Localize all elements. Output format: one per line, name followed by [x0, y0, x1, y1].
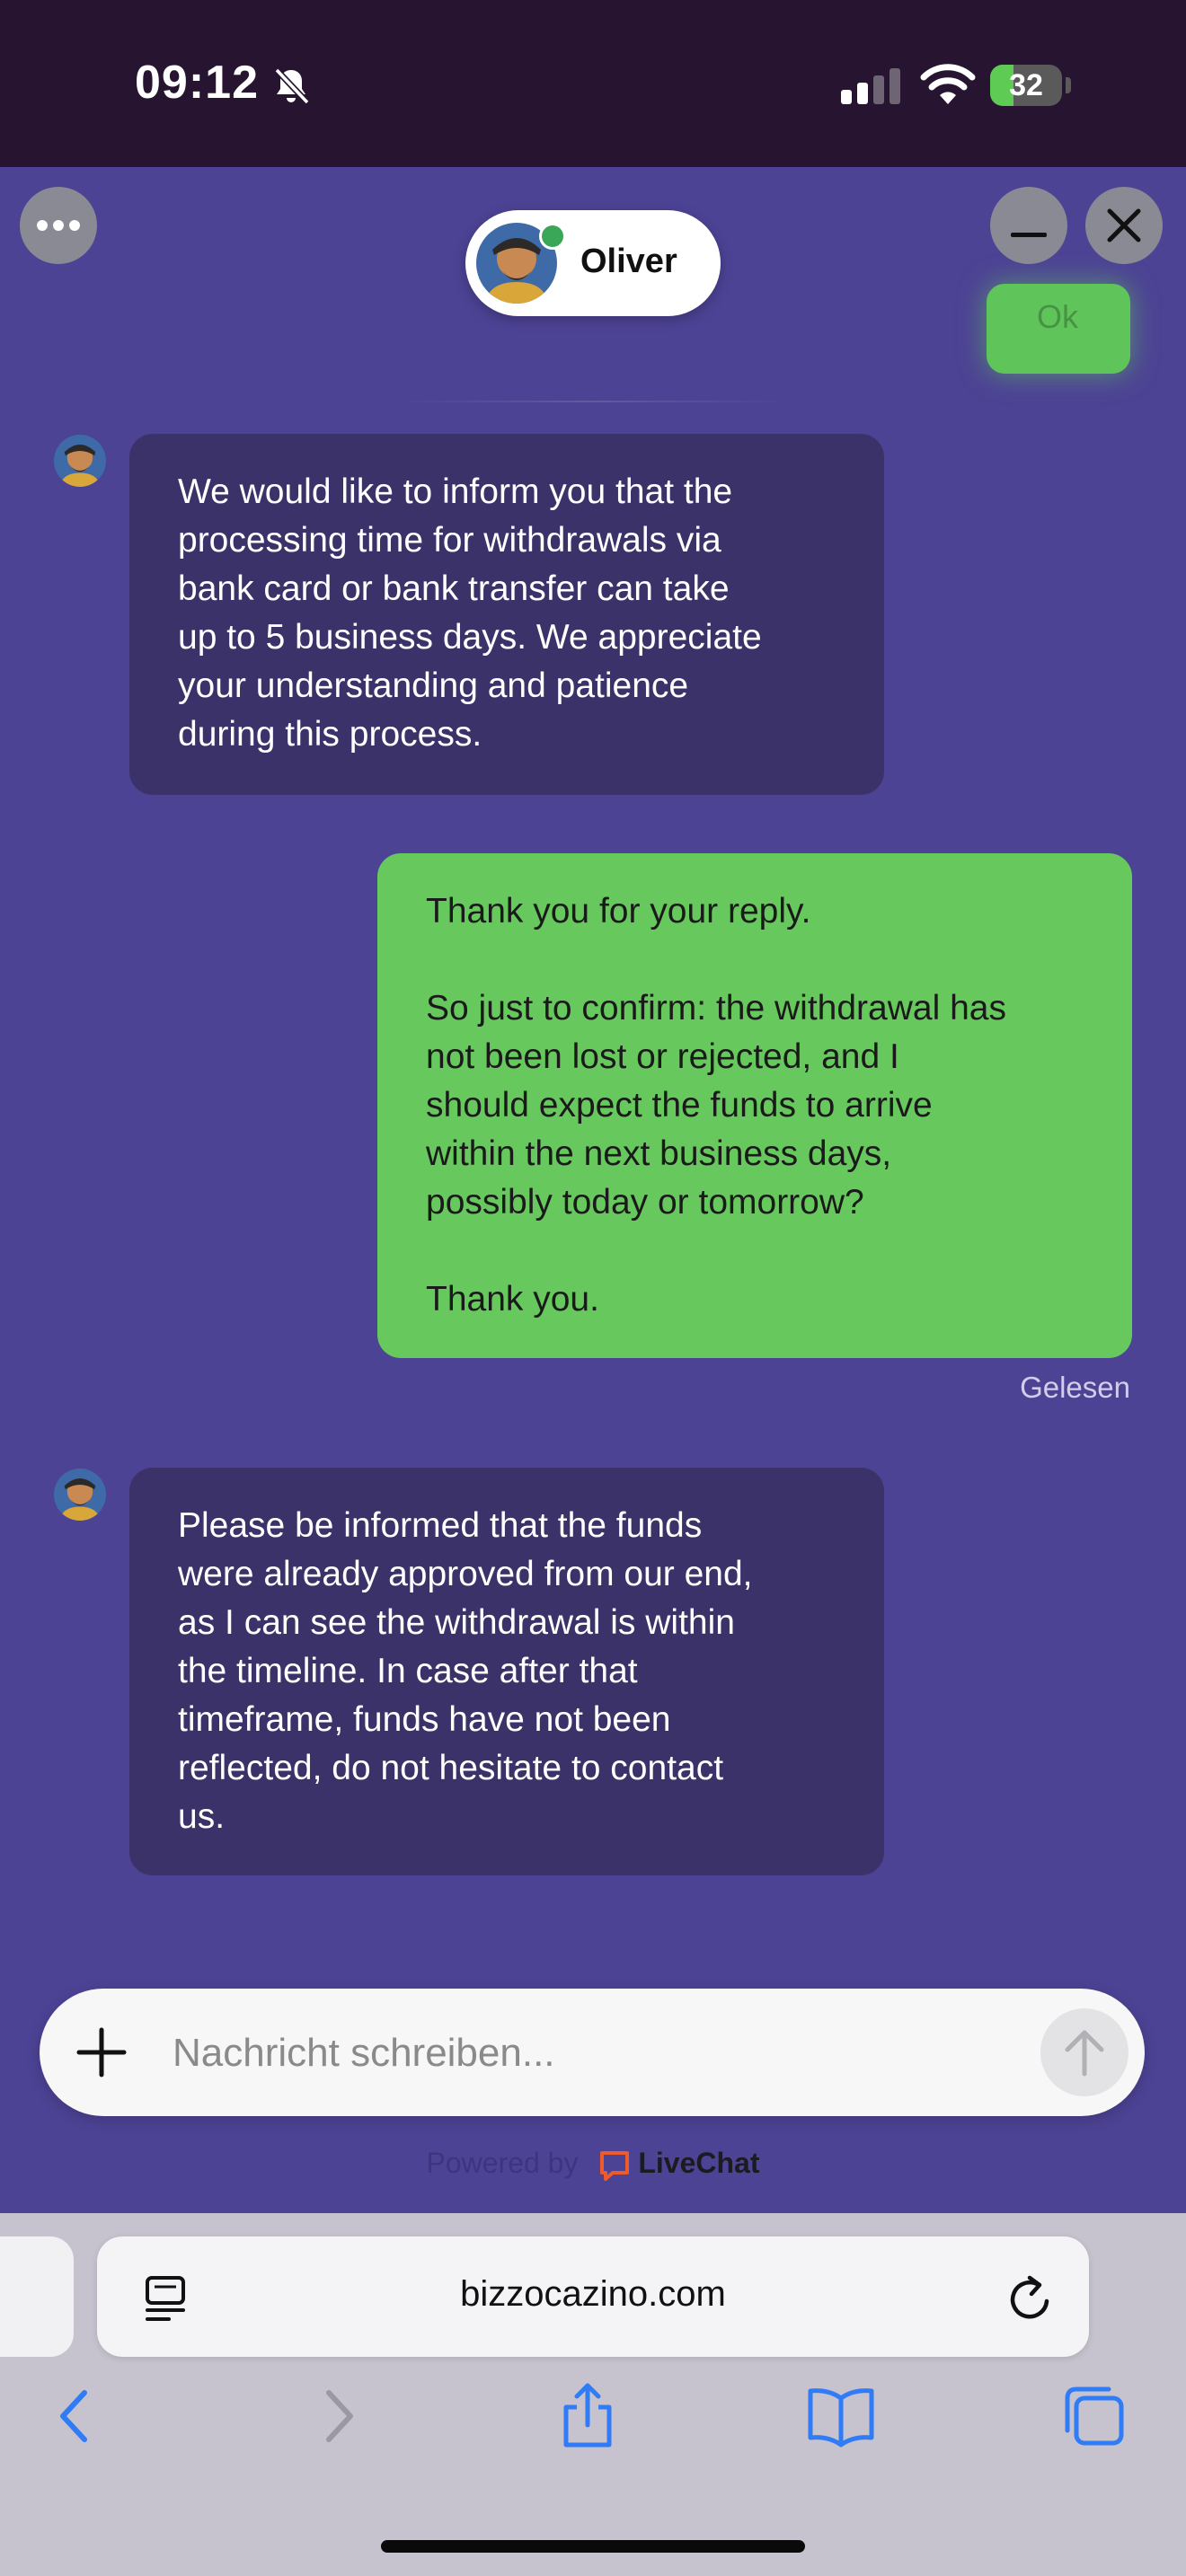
reload-icon[interactable]: [1005, 2272, 1057, 2325]
battery-level: 32: [1009, 68, 1043, 102]
status-bar: 09:12 32: [0, 0, 1186, 167]
forward-icon[interactable]: [300, 2380, 372, 2452]
message-composer: [40, 1989, 1145, 2116]
online-status-dot: [539, 223, 566, 250]
close-icon: [1107, 208, 1141, 243]
powered-by-label: Powered by: [426, 2147, 579, 2179]
avatar: [54, 1469, 106, 1521]
browser-toolbar: bizzocazino.com: [0, 2213, 1186, 2576]
bookmarks-icon[interactable]: [805, 2380, 877, 2452]
close-button[interactable]: [1085, 187, 1163, 264]
divider: [395, 401, 791, 402]
powered-by-footer[interactable]: Powered by LiveChat: [0, 2147, 1186, 2183]
cellular-signal-icon: [841, 68, 900, 104]
previous-tab-preview[interactable]: [0, 2236, 74, 2357]
livechat-brand: LiveChat: [638, 2147, 760, 2179]
address-bar[interactable]: bizzocazino.com: [97, 2236, 1089, 2357]
back-icon[interactable]: [41, 2380, 113, 2452]
user-message: Thank you for your reply. So just to con…: [377, 853, 1132, 1358]
agent-message: Please be informed that the funds were a…: [129, 1468, 884, 1875]
battery-tip: [1066, 77, 1071, 93]
wifi-icon: [920, 64, 976, 104]
read-receipt: Gelesen: [1020, 1371, 1130, 1404]
bell-slash-icon: [274, 67, 310, 105]
agent-message: We would like to inform you that the pro…: [129, 434, 884, 795]
minimize-icon: [1011, 233, 1047, 237]
previous-user-message: Ok: [987, 284, 1130, 374]
arrow-up-icon: [1065, 2030, 1104, 2077]
send-button[interactable]: [1040, 2008, 1128, 2096]
livechat-logo-icon: [600, 2150, 630, 2181]
agent-pill[interactable]: Oliver: [465, 210, 721, 316]
message-input[interactable]: [171, 2021, 938, 2086]
more-options-button[interactable]: [20, 187, 97, 264]
minimize-button[interactable]: [990, 187, 1067, 264]
status-time: 09:12: [135, 57, 259, 109]
tabs-icon[interactable]: [1058, 2380, 1130, 2452]
avatar: [54, 435, 106, 487]
agent-name: Oliver: [580, 243, 677, 280]
more-icon: [37, 220, 80, 231]
home-indicator: [381, 2540, 805, 2553]
add-attachment-button[interactable]: [72, 2023, 131, 2082]
battery-body: 32: [990, 65, 1062, 106]
share-icon[interactable]: [552, 2380, 624, 2452]
url-text: bizzocazino.com: [460, 2274, 726, 2314]
battery-charging-icon: 32: [990, 65, 1071, 106]
previous-message-text: Ok: [1037, 298, 1079, 335]
